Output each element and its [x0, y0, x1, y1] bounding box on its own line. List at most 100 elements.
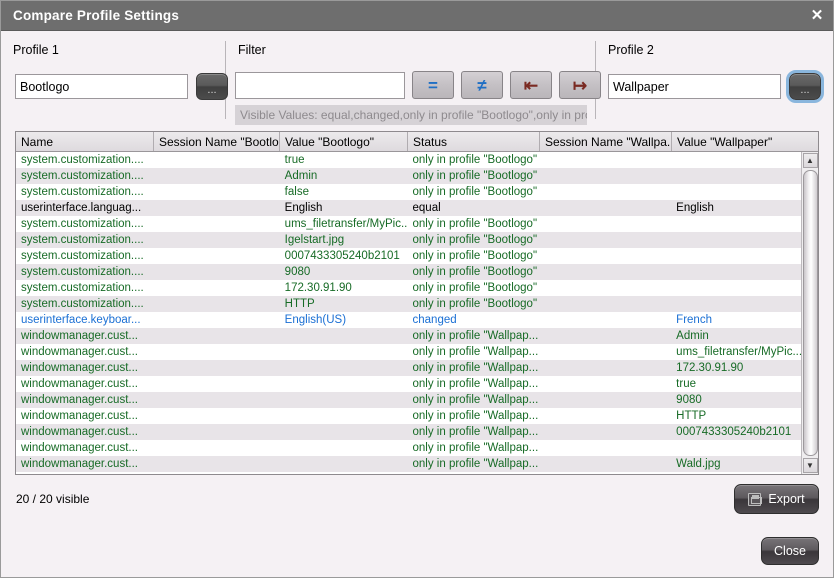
table-cell-session2	[539, 408, 671, 424]
table-cell-value1: English(US)	[280, 312, 408, 328]
table-row[interactable]: system.customization....Adminonly in pro…	[16, 168, 801, 184]
table-cell-status: only in profile "Wallpap...	[408, 456, 540, 472]
filter-only-profile1-button[interactable]: ⇤	[510, 71, 552, 99]
table-cell-value1	[280, 440, 408, 456]
table-cell-status: only in profile "Bootlogo"	[408, 152, 540, 168]
filter-visible-values-hint: Visible Values: equal,changed,only in pr…	[235, 105, 587, 125]
table-cell-value1	[280, 408, 408, 424]
table-row[interactable]: windowmanager.cust...only in profile "Wa…	[16, 328, 801, 344]
table-cell-name: windowmanager.cust...	[16, 328, 154, 344]
close-button[interactable]: Close	[761, 537, 819, 565]
scrollbar-thumb[interactable]	[803, 170, 818, 456]
table-row[interactable]: system.customization....172.30.91.90only…	[16, 280, 801, 296]
table-row[interactable]: windowmanager.cust...only in profile "Wa…	[16, 408, 801, 424]
table-header-row: NameSession Name "Bootlo...Value "Bootlo…	[16, 132, 818, 152]
filter-input[interactable]	[235, 72, 405, 99]
table-row[interactable]: windowmanager.cust...only in profile "Wa…	[16, 456, 801, 472]
table-column-header[interactable]: Value "Bootlogo"	[280, 132, 408, 151]
table-cell-session1	[154, 360, 280, 376]
table-row[interactable]: windowmanager.cust...only in profile "Wa…	[16, 424, 801, 440]
filter-label: Filter	[238, 43, 266, 57]
table-cell-status: only in profile "Wallpap...	[408, 360, 540, 376]
table-row[interactable]: system.customization....Igelstart.jpgonl…	[16, 232, 801, 248]
table-row[interactable]: windowmanager.cust...only in profile "Wa…	[16, 344, 801, 360]
scroll-down-icon[interactable]: ▼	[803, 458, 818, 473]
filter-equal-button[interactable]: =	[412, 71, 454, 99]
table-column-header[interactable]: Name	[16, 132, 154, 151]
table-cell-name: system.customization....	[16, 216, 154, 232]
visible-count-label: 20 / 20 visible	[16, 492, 89, 506]
table-row[interactable]: system.customization....trueonly in prof…	[16, 152, 801, 168]
export-button[interactable]: Export	[734, 484, 819, 514]
table-cell-value2: French	[671, 312, 801, 328]
profile1-section: Profile 1 Bootlogo ...	[1, 31, 225, 127]
filter-only-profile2-button[interactable]: ↦	[559, 71, 601, 99]
table-cell-session1	[154, 376, 280, 392]
table-row[interactable]: windowmanager.cust...only in profile "Wa…	[16, 392, 801, 408]
filter-not-equal-button[interactable]: ≠	[461, 71, 503, 99]
table-row[interactable]: windowmanager.cust...only in profile "Wa…	[16, 440, 801, 456]
table-cell-value2	[671, 216, 801, 232]
table-column-header[interactable]: Value "Wallpaper"	[672, 132, 802, 151]
table-cell-value1	[280, 360, 408, 376]
footer-panel: 20 / 20 visible Export Close	[1, 475, 833, 577]
table-cell-value2	[671, 280, 801, 296]
close-icon[interactable]: ✕	[807, 6, 827, 26]
profile1-input[interactable]: Bootlogo	[15, 74, 188, 99]
table-cell-value1: 9080	[280, 264, 408, 280]
table-column-header[interactable]: Status	[408, 132, 540, 151]
table-cell-value1: true	[280, 152, 408, 168]
table-cell-session1	[154, 152, 280, 168]
table-cell-value1: 0007433305240b2101	[280, 248, 408, 264]
table-row[interactable]: system.customization....0007433305240b21…	[16, 248, 801, 264]
table-cell-session1	[154, 424, 280, 440]
table-cell-value2	[671, 232, 801, 248]
table-row[interactable]: windowmanager.cust...only in profile "Wa…	[16, 360, 801, 376]
table-cell-value2: ums_filetransfer/MyPic...	[671, 344, 801, 360]
table-cell-name: windowmanager.cust...	[16, 344, 154, 360]
table-cell-value1: false	[280, 184, 408, 200]
table-cell-status: only in profile "Bootlogo"	[408, 184, 540, 200]
table-cell-name: userinterface.keyboar...	[16, 312, 154, 328]
table-cell-value2	[671, 168, 801, 184]
table-row[interactable]: windowmanager.cust...only in profile "Wa…	[16, 376, 801, 392]
table-cell-session1	[154, 264, 280, 280]
table-cell-session1	[154, 440, 280, 456]
table-cell-value1	[280, 392, 408, 408]
table-cell-value2: Admin	[671, 328, 801, 344]
table-cell-name: windowmanager.cust...	[16, 408, 154, 424]
table-cell-session2	[539, 440, 671, 456]
table-cell-session2	[539, 232, 671, 248]
table-row[interactable]: system.customization....9080only in prof…	[16, 264, 801, 280]
table-row[interactable]: system.customization....falseonly in pro…	[16, 184, 801, 200]
table-column-header[interactable]: Session Name "Bootlo...	[154, 132, 280, 151]
table-cell-session1	[154, 296, 280, 312]
table-cell-value2	[671, 152, 801, 168]
table-row[interactable]: userinterface.keyboar... English(US)chang…	[16, 312, 801, 328]
table-cell-session2	[539, 152, 671, 168]
table-cell-session1	[154, 216, 280, 232]
table-column-header[interactable]: Session Name "Wallpa...	[540, 132, 672, 151]
profile2-browse-button[interactable]: ...	[789, 73, 821, 100]
scroll-up-icon[interactable]: ▲	[803, 153, 818, 168]
table-cell-session1	[154, 280, 280, 296]
table-cell-value2: 9080	[671, 392, 801, 408]
profile2-input[interactable]: Wallpaper	[608, 74, 781, 99]
table-row[interactable]: userinterface.languag...EnglishequalEngl…	[16, 200, 801, 216]
table-cell-status: changed	[408, 312, 540, 328]
table-cell-name: system.customization....	[16, 264, 154, 280]
table-cell-value2	[671, 296, 801, 312]
table-cell-status: only in profile "Bootlogo"	[408, 248, 540, 264]
table-cell-status: only in profile "Bootlogo"	[408, 296, 540, 312]
table-cell-value2: HTTP	[671, 408, 801, 424]
table-row[interactable]: system.customization....HTTPonly in prof…	[16, 296, 801, 312]
top-panel: Profile 1 Bootlogo ... Filter = ≠ ⇤ ↦ Vi…	[1, 31, 833, 127]
scrollbar-track[interactable]	[803, 169, 818, 457]
table-vertical-scrollbar[interactable]: ▲ ▼	[801, 152, 818, 474]
profile1-browse-button[interactable]: ...	[196, 73, 228, 100]
table-cell-name: windowmanager.cust...	[16, 376, 154, 392]
table-row[interactable]: system.customization....ums_filetransfer…	[16, 216, 801, 232]
table-cell-value2: true	[671, 376, 801, 392]
table-body: system.customization....trueonly in prof…	[16, 152, 801, 474]
table-cell-name: system.customization....	[16, 232, 154, 248]
